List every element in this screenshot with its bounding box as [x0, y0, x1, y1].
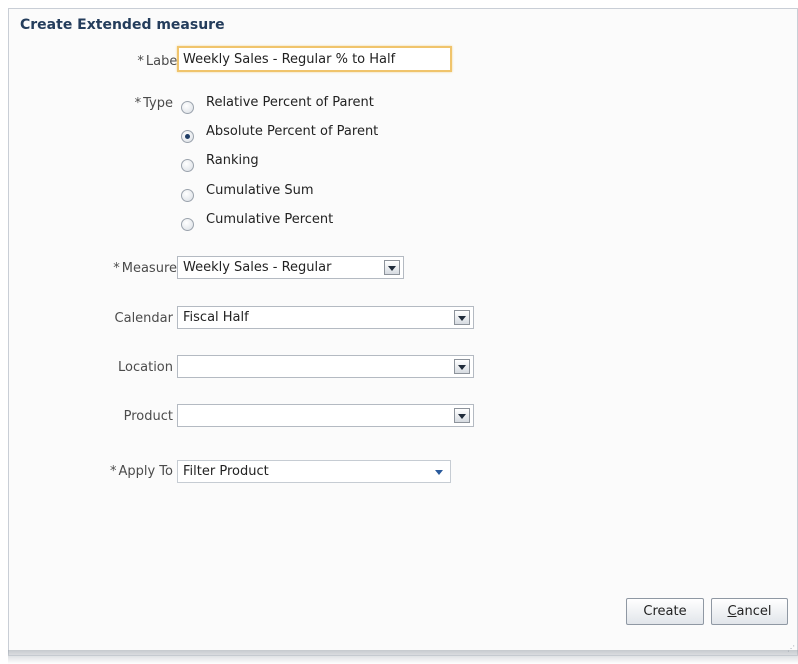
chevron-down-icon[interactable] [454, 310, 470, 325]
cancel-button[interactable]: Cancel [711, 598, 788, 625]
measure-select-value: Weekly Sales - Regular [183, 260, 332, 275]
location-select[interactable] [177, 355, 474, 378]
apply-to-field-label: * Apply To [109, 464, 173, 479]
calendar-select-value: Fiscal Half [183, 310, 249, 325]
location-field-label: Location [118, 360, 173, 375]
create-extended-measure-dialog: Create Extended measure *Label *Type Rel… [8, 8, 798, 656]
chevron-down-icon[interactable] [454, 359, 470, 374]
radio-label: Absolute Percent of Parent [206, 124, 379, 139]
radio-button[interactable] [181, 218, 194, 231]
required-marker: * [113, 261, 120, 276]
chevron-down-icon[interactable] [454, 408, 470, 423]
label-input[interactable] [177, 46, 452, 72]
radio-label: Ranking [206, 153, 259, 168]
radio-label: Relative Percent of Parent [206, 95, 374, 110]
dialog-title: Create Extended measure [20, 17, 225, 33]
chevron-down-icon[interactable] [384, 260, 400, 275]
radio-button[interactable] [181, 101, 194, 114]
radio-label: Cumulative Percent [206, 212, 334, 227]
radio-button-selected[interactable] [181, 130, 194, 143]
apply-to-select-value: Filter Product [183, 464, 269, 479]
radio-button[interactable] [181, 189, 194, 202]
required-marker: * [137, 54, 144, 69]
required-marker: * [109, 464, 117, 479]
required-marker: * [134, 96, 142, 111]
label-field-label: * Label [137, 54, 181, 69]
product-select[interactable] [177, 404, 474, 427]
radio-label: Cumulative Sum [206, 183, 314, 198]
create-button[interactable]: Create [626, 598, 704, 625]
dialog-shadow [8, 650, 798, 664]
type-field-label: * Type [134, 96, 173, 111]
calendar-field-label: Calendar [114, 311, 173, 326]
calendar-select[interactable]: Fiscal Half [177, 306, 474, 329]
measure-select[interactable]: Weekly Sales - Regular [177, 256, 404, 279]
chevron-down-icon[interactable] [431, 465, 447, 480]
apply-to-select[interactable]: Filter Product [177, 460, 451, 483]
product-field-label: Product [123, 409, 173, 424]
radio-button[interactable] [181, 159, 194, 172]
measure-field-label: * Measure [113, 261, 177, 276]
